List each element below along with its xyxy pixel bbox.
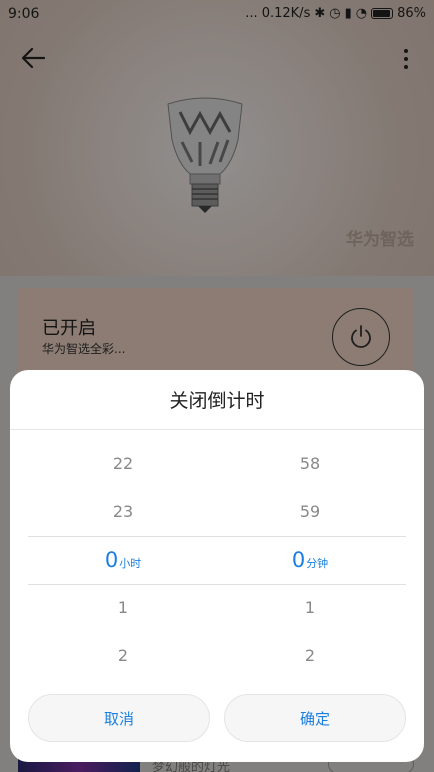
hour-selected-value: 0 bbox=[104, 548, 119, 572]
countdown-dialog: 关闭倒计时 22 23 0小时 1 2 58 59 0分钟 1 2 取消 确定 bbox=[10, 370, 424, 762]
cancel-button[interactable]: 取消 bbox=[28, 694, 210, 742]
hour-option[interactable]: 1 bbox=[23, 584, 223, 632]
hour-unit-label: 小时 bbox=[119, 557, 142, 570]
minute-unit-label: 分钟 bbox=[306, 557, 329, 570]
hour-option[interactable]: 22 bbox=[23, 440, 223, 488]
hour-selected[interactable]: 0小时 bbox=[23, 536, 223, 584]
minute-selected-value: 0 bbox=[291, 548, 306, 572]
hour-wheel[interactable]: 22 23 0小时 1 2 bbox=[23, 440, 223, 680]
minute-option[interactable]: 1 bbox=[210, 584, 410, 632]
dialog-title: 关闭倒计时 bbox=[10, 370, 424, 430]
minute-option[interactable]: 59 bbox=[210, 488, 410, 536]
minute-option[interactable]: 58 bbox=[210, 440, 410, 488]
time-picker: 22 23 0小时 1 2 58 59 0分钟 1 2 bbox=[10, 440, 424, 680]
minute-wheel[interactable]: 58 59 0分钟 1 2 bbox=[210, 440, 410, 680]
minute-option[interactable]: 2 bbox=[210, 632, 410, 680]
confirm-button[interactable]: 确定 bbox=[224, 694, 406, 742]
hour-option[interactable]: 2 bbox=[23, 632, 223, 680]
minute-selected[interactable]: 0分钟 bbox=[210, 536, 410, 584]
hour-option[interactable]: 23 bbox=[23, 488, 223, 536]
